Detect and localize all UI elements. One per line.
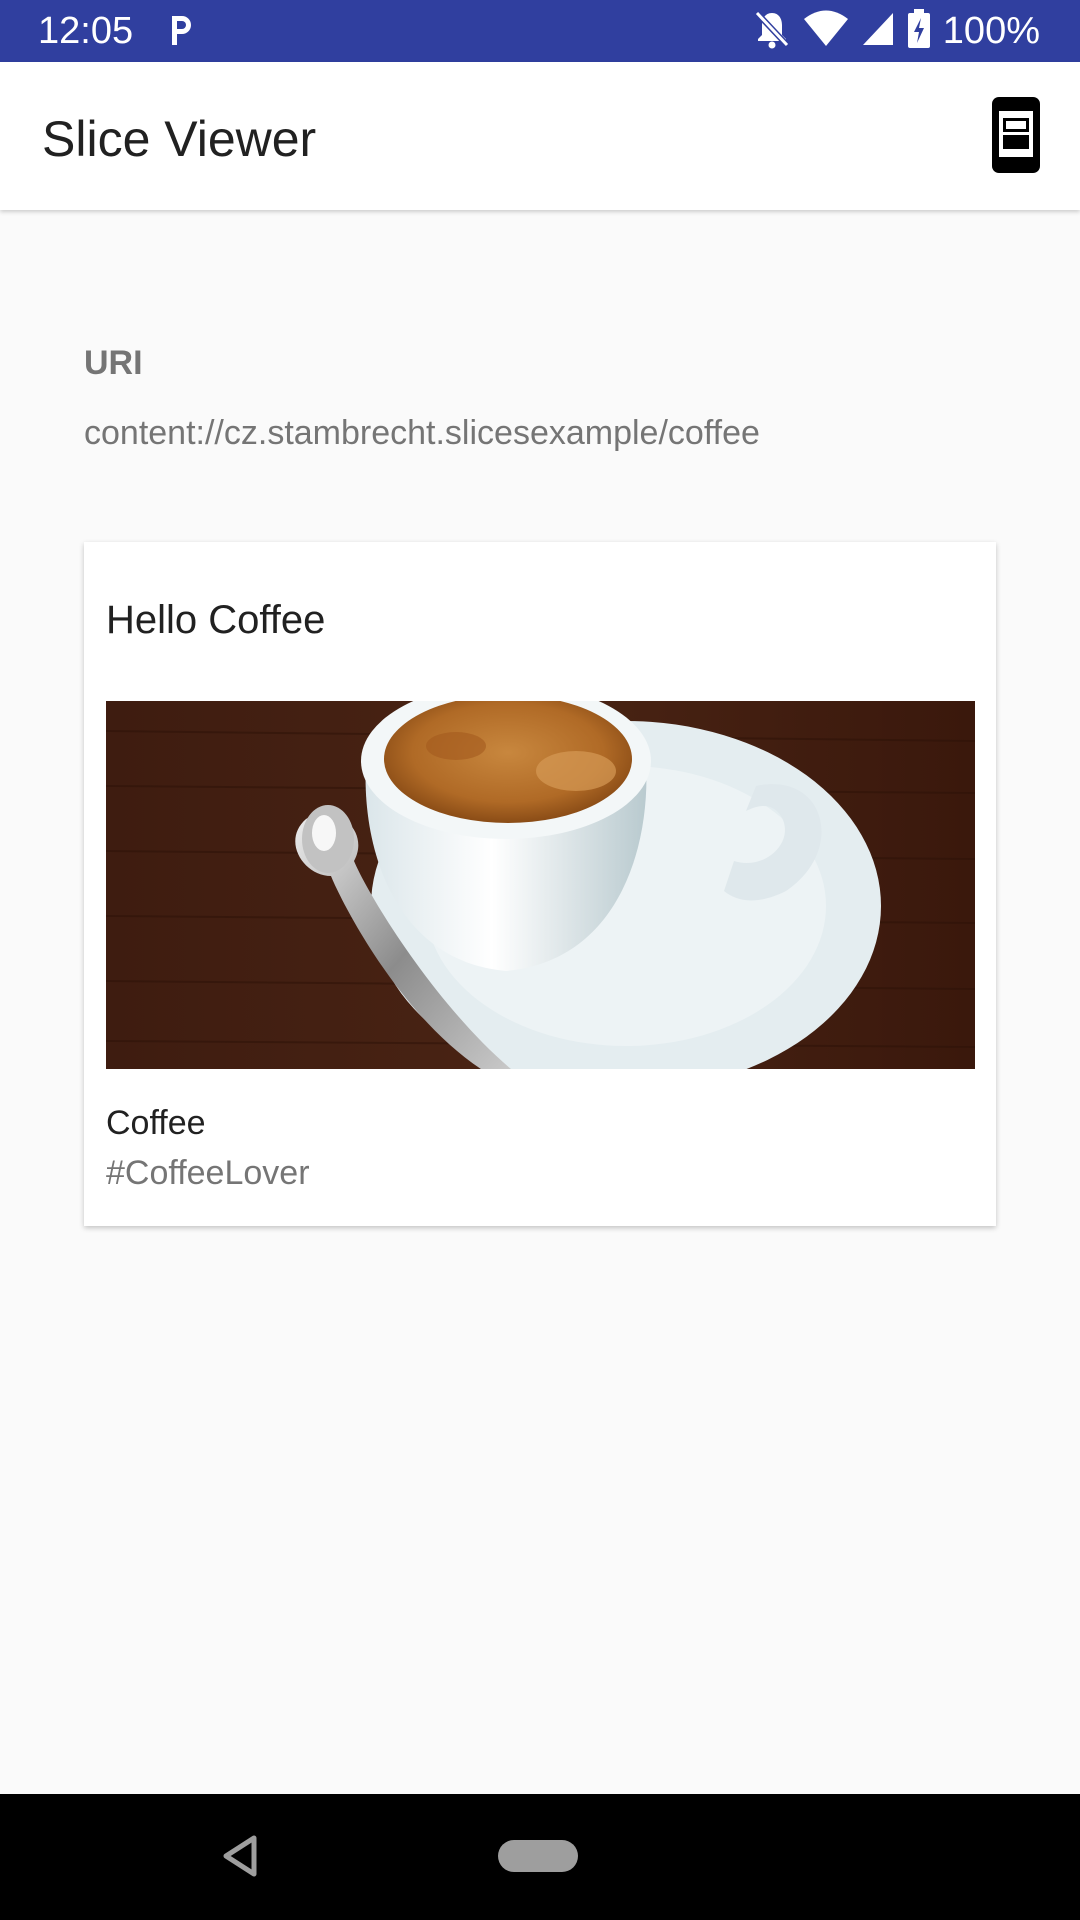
slice-title: Hello Coffee: [106, 598, 326, 642]
notifications-off-icon: [753, 9, 791, 54]
navigation-bar: [0, 1794, 1080, 1920]
back-icon[interactable]: [222, 1834, 258, 1878]
slice-card[interactable]: Hello Coffee Coffee #CoffeeLover: [84, 542, 996, 1226]
status-time: 12:05: [38, 10, 134, 52]
uri-label: URI: [84, 344, 143, 382]
coffee-cup-image: [106, 701, 975, 1069]
app-title: Slice Viewer: [42, 111, 317, 167]
slice-item-subtitle: #CoffeeLover: [106, 1154, 310, 1192]
cell-signal-icon: [861, 11, 895, 52]
view-mode-icon: [990, 97, 1042, 179]
slice-item-title: Coffee: [106, 1104, 206, 1142]
status-bar: 12:05 100%: [0, 0, 1080, 62]
app-bar: Slice Viewer: [0, 62, 1080, 210]
home-pill-icon[interactable]: [498, 1840, 578, 1872]
wifi-icon: [803, 10, 849, 53]
uri-value: content://cz.stambrecht.slicesexample/co…: [84, 414, 760, 452]
view-mode-button[interactable]: [990, 95, 1042, 175]
status-icons: 100%: [753, 8, 1040, 54]
parking-icon: [164, 12, 196, 53]
battery-percent: 100%: [942, 10, 1040, 52]
battery-charging-icon: [907, 8, 931, 54]
